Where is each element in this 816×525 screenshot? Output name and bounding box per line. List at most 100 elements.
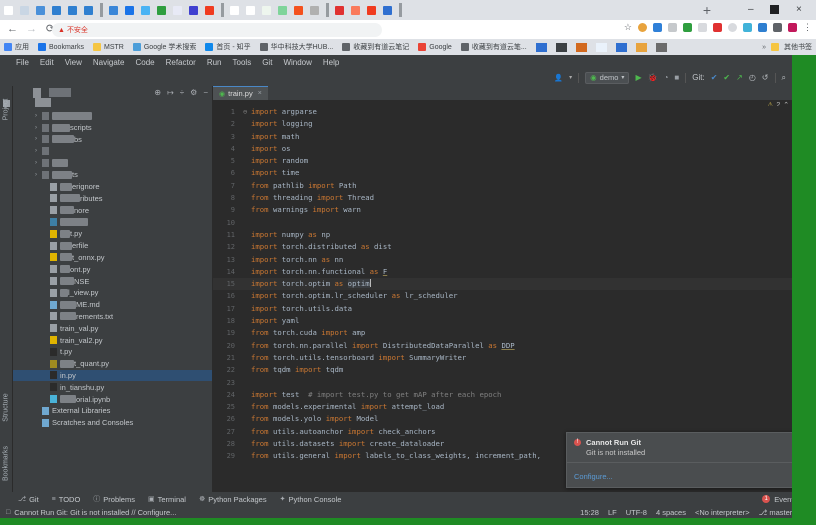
- browser-menu-icon[interactable]: ⋮: [803, 22, 812, 33]
- back-icon[interactable]: ←: [6, 20, 19, 39]
- browser-tab-1[interactable]: [4, 6, 13, 15]
- address-bar-input[interactable]: ▲不安全: [52, 23, 382, 37]
- tool-window-problems[interactable]: ⓘProblems: [93, 494, 135, 504]
- bookmark-item-9[interactable]: 收藏到有道云笔...: [461, 42, 527, 52]
- chevron-right-icon[interactable]: ›: [35, 172, 42, 178]
- tree-item[interactable]: ›: [13, 110, 212, 122]
- status-message-group[interactable]: □ Cannot Run Git: Git is not installed /…: [6, 508, 176, 517]
- chevron-right-icon[interactable]: ›: [35, 125, 42, 131]
- new-tab-button[interactable]: +: [700, 3, 714, 17]
- code-line[interactable]: 15import torch.optim as optim: [213, 278, 816, 290]
- browser-tab-3[interactable]: [36, 6, 45, 15]
- branch-widget[interactable]: ⎇ master: [759, 508, 793, 517]
- code-line[interactable]: 19from torch.cuda import amp: [213, 327, 816, 339]
- tree-item[interactable]: t_onnx.py: [13, 252, 212, 264]
- tool-window-git[interactable]: ⎇Git: [18, 495, 39, 504]
- bookmark-redacted-6[interactable]: [636, 43, 647, 52]
- code-line[interactable]: 21from torch.utils.tensorboard import Su…: [213, 352, 816, 364]
- code-line[interactable]: 6import time: [213, 167, 816, 179]
- sidebar-item-project[interactable]: Project: [3, 92, 10, 128]
- browser-tab-12[interactable]: [189, 6, 198, 15]
- bookmark-redacted-4[interactable]: [596, 43, 607, 52]
- sidebar-item-structure[interactable]: Structure: [3, 386, 10, 430]
- tool-window-python-packages[interactable]: ☸Python Packages: [199, 495, 267, 504]
- git-update-icon[interactable]: ✔: [711, 73, 718, 82]
- insecure-badge[interactable]: ▲不安全: [58, 25, 88, 35]
- project-file-tree[interactable]: ››scripts›bs›››tserignoreributesnoret.py…: [13, 110, 212, 429]
- code-line[interactable]: 24import test # import test.py to get mA…: [213, 389, 816, 401]
- browser-tab-4[interactable]: [52, 6, 61, 15]
- browser-tab-5[interactable]: [68, 6, 77, 15]
- debug-button-icon[interactable]: 🐞: [648, 73, 658, 82]
- bookmark-star-icon[interactable]: ☆: [624, 22, 632, 33]
- avatar-chevron-down-icon[interactable]: ▾: [569, 74, 572, 81]
- code-line[interactable]: 22from tqdm import tqdm: [213, 364, 816, 376]
- menu-item-view[interactable]: View: [65, 58, 82, 67]
- bookmark-item-5[interactable]: 首页 - 知乎: [205, 42, 250, 52]
- tree-item-selected[interactable]: in.py: [13, 370, 212, 382]
- menu-item-code[interactable]: Code: [135, 58, 154, 67]
- collapse-all-icon[interactable]: ↦: [167, 88, 174, 97]
- fold-toggle-icon[interactable]: ⊖: [243, 106, 251, 118]
- tree-item[interactable]: ME.md: [13, 299, 212, 311]
- code-line[interactable]: 20from torch.nn.parallel import Distribu…: [213, 340, 816, 352]
- bookmark-item-1[interactable]: 应用: [4, 42, 29, 52]
- git-push-icon[interactable]: ↗: [736, 73, 743, 82]
- bookmarks-overflow-icon[interactable]: »: [762, 44, 766, 51]
- chevron-right-icon[interactable]: ›: [35, 148, 42, 154]
- browser-tab-8[interactable]: [125, 6, 134, 15]
- tree-item[interactable]: ont.py: [13, 263, 212, 275]
- tree-item[interactable]: ›scripts: [13, 122, 212, 134]
- browser-tab-16[interactable]: [262, 6, 271, 15]
- tree-item[interactable]: l_view.py: [13, 287, 212, 299]
- hide-pane-icon[interactable]: −: [203, 88, 208, 97]
- run-button-icon[interactable]: ▶: [635, 73, 641, 82]
- extension-icon-8[interactable]: [743, 23, 752, 32]
- tree-item[interactable]: t.py: [13, 228, 212, 240]
- browser-tab-2[interactable]: [20, 6, 29, 15]
- menu-item-file[interactable]: File: [16, 58, 29, 67]
- puzzle-extensions-icon[interactable]: [773, 23, 782, 32]
- browser-tab-18[interactable]: [294, 6, 303, 15]
- git-history-icon[interactable]: ◴: [749, 73, 756, 82]
- chevron-right-icon[interactable]: ›: [35, 160, 42, 166]
- window-close-button[interactable]: ×: [796, 4, 802, 15]
- chevron-right-icon[interactable]: ›: [35, 113, 42, 119]
- bookmark-item-4[interactable]: Google 学术搜索: [133, 42, 197, 52]
- browser-tab-6[interactable]: [84, 6, 93, 15]
- code-line[interactable]: 8from threading import Thread: [213, 192, 816, 204]
- tree-item[interactable]: ›: [13, 157, 212, 169]
- code-line[interactable]: 1⊖import argparse: [213, 106, 816, 118]
- avatar-icon[interactable]: 👤: [554, 74, 563, 82]
- extension-icon-1[interactable]: [638, 23, 647, 32]
- code-line[interactable]: 16import torch.optim.lr_scheduler as lr_…: [213, 290, 816, 302]
- browser-tab-22[interactable]: [367, 6, 376, 15]
- window-maximize-button[interactable]: [770, 5, 779, 14]
- tree-item[interactable]: orial.ipynb: [13, 393, 212, 405]
- code-line[interactable]: 9from warnings import warn: [213, 204, 816, 216]
- code-line[interactable]: 13import torch.nn as nn: [213, 254, 816, 266]
- browser-tab-14[interactable]: [230, 6, 239, 15]
- file-encoding[interactable]: UTF-8: [626, 508, 647, 517]
- tree-item[interactable]: train_val2.py: [13, 334, 212, 346]
- menu-item-help[interactable]: Help: [323, 58, 339, 67]
- git-commit-icon[interactable]: ✔: [723, 73, 730, 82]
- bookmark-item-2[interactable]: Bookmarks: [38, 43, 84, 51]
- project-settings-gear-icon[interactable]: ⚙: [190, 88, 197, 97]
- code-line[interactable]: 2import logging: [213, 118, 816, 130]
- chevron-right-icon[interactable]: ›: [35, 136, 42, 142]
- select-opened-file-icon[interactable]: ⊕: [154, 88, 161, 97]
- code-line[interactable]: 12import torch.distributed as dist: [213, 241, 816, 253]
- code-line[interactable]: 11import numpy as np: [213, 229, 816, 241]
- bookmark-item-8[interactable]: Google: [418, 43, 452, 51]
- extension-icon-4[interactable]: [683, 23, 692, 32]
- tree-item[interactable]: train_val.py: [13, 322, 212, 334]
- extension-icon-5[interactable]: [698, 23, 707, 32]
- tree-item[interactable]: Scratches and Consoles: [13, 417, 212, 429]
- menu-item-git[interactable]: Git: [262, 58, 272, 67]
- notification-popup[interactable]: ! Cannot Run Git Git is not installed Co…: [566, 432, 798, 488]
- bookmark-redacted-7[interactable]: [656, 43, 667, 52]
- close-icon[interactable]: ×: [258, 90, 262, 97]
- code-line[interactable]: 7from pathlib import Path: [213, 180, 816, 192]
- extension-icon-2[interactable]: [653, 23, 662, 32]
